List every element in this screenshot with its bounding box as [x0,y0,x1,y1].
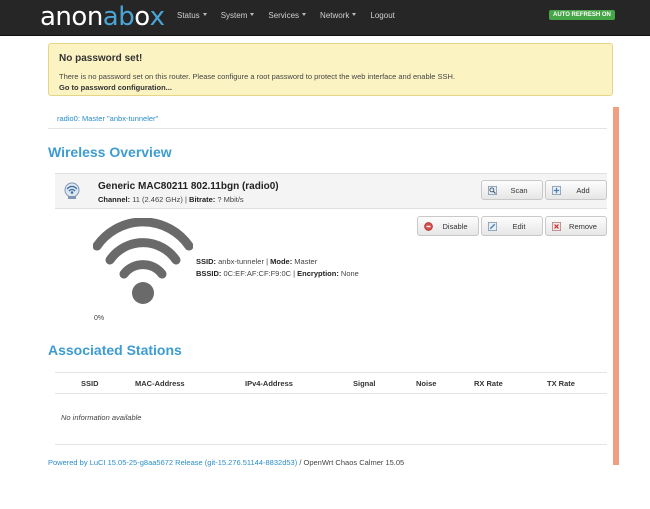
menu-services[interactable]: Services [268,11,307,20]
bssid-encryption-line: BSSID: 0C:EF:AF:CF:F9:0C | Encryption: N… [196,269,359,278]
main-menu: Status System Services Network Logout [177,11,409,20]
add-network-icon [552,186,561,195]
menu-logout[interactable]: Logout [370,11,394,20]
no-password-alert: No password set! There is no password se… [48,43,613,96]
chevron-down-icon [250,13,255,16]
openwrt-version: / OpenWrt Chaos Calmer 15.05 [299,458,405,467]
no-stations-message: No information available [61,413,142,422]
menu-network[interactable]: Network [320,11,357,20]
edit-icon [488,222,497,231]
chevron-down-icon [302,13,307,16]
menu-system[interactable]: System [221,11,255,20]
signal-percent: 0% [94,315,105,322]
auto-refresh-toggle[interactable]: AUTO REFRESH ON [549,10,615,20]
col-mac-address: MAC-Address [135,379,185,388]
col-tx-rate: TX Rate [547,379,575,388]
remove-button[interactable]: Remove [545,216,607,236]
wireless-overview-title: Wireless Overview [48,144,172,160]
col-signal: Signal [353,379,376,388]
col-noise: Noise [416,379,437,388]
remove-icon [552,222,561,231]
disable-button[interactable]: Disable [417,216,479,236]
stop-icon [424,222,433,231]
col-ipv4-address: IPv4-Address [245,379,293,388]
brand-box: o [134,2,150,32]
wifi-signal-icon [93,218,193,304]
col-rx-rate: RX Rate [474,379,503,388]
scan-button[interactable]: Scan [481,180,543,200]
top-navbar: anonabox Status System Services Network … [0,0,650,36]
add-button[interactable]: Add [545,180,607,200]
divider [55,444,607,445]
search-icon [488,186,497,195]
brand-part1: anon [40,2,103,32]
menu-status[interactable]: Status [177,11,207,20]
radio-device-row: Generic MAC80211 802.11bgn (radio0) Chan… [55,173,607,209]
breadcrumb[interactable]: radio0: Master "anbx-tunneler" [57,114,158,123]
footer: Powered by LuCI 15.05-25-g8aa5672 Releas… [48,458,404,467]
device-info: Channel: 11 (2.462 GHz) | Bitrate: ? Mbi… [98,195,244,204]
stations-table-header: SSID MAC-Address IPv4-Address Signal Noi… [55,372,607,394]
col-ssid: SSID [81,379,99,388]
device-name: Generic MAC80211 802.11bgn (radio0) [98,181,279,192]
brand-logo[interactable]: anonabox [40,2,165,32]
edit-button[interactable]: Edit [481,216,543,236]
chevron-down-icon [352,13,357,16]
alert-title: No password set! [59,53,143,64]
password-config-link[interactable]: Go to password configuration... [59,82,602,93]
luci-version-link[interactable]: Powered by LuCI 15.05-25-g8aa5672 Releas… [48,458,297,467]
chevron-down-icon [202,13,207,16]
ssid-mode-line: SSID: anbx-tunneler | Mode: Master [196,257,318,266]
wifi-device-icon [64,182,80,199]
associated-stations-title: Associated Stations [48,342,182,358]
brand-part3: x [149,2,165,32]
alert-text: There is no password set on this router.… [59,72,456,81]
divider [48,128,607,129]
side-accent-bar [613,107,619,465]
brand-part2: ab [102,2,135,32]
